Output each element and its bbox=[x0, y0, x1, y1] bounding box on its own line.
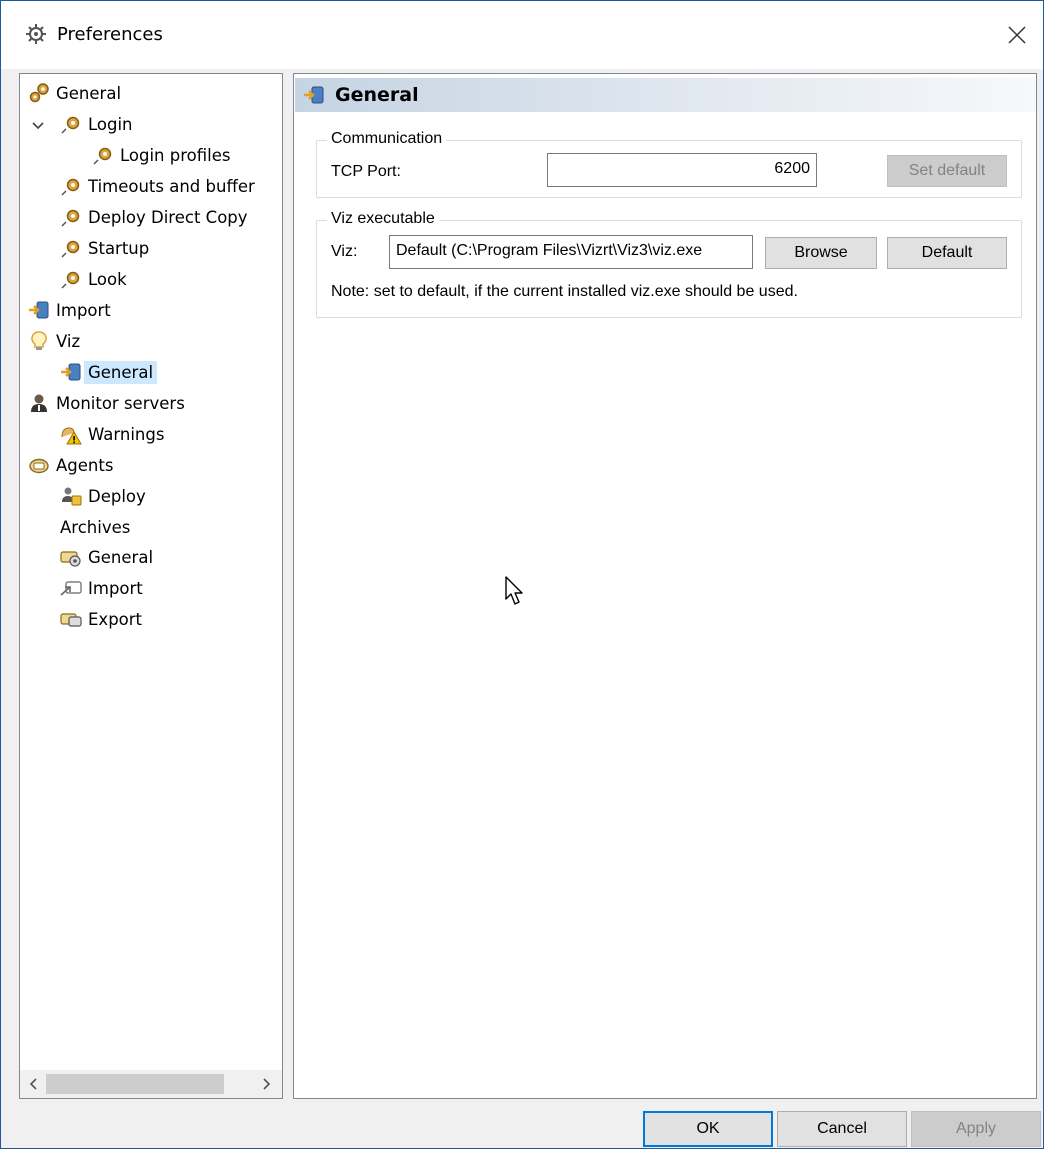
archive-settings-icon bbox=[60, 551, 81, 567]
tree-item-deploy[interactable]: Deploy bbox=[60, 482, 146, 510]
tree-item-archives-export[interactable]: Export bbox=[60, 605, 142, 633]
tree-item-timeouts[interactable]: Timeouts and buffer bbox=[60, 172, 255, 200]
person-icon bbox=[31, 394, 47, 412]
import-icon bbox=[61, 363, 81, 381]
viz-path-label: Viz: bbox=[331, 243, 358, 260]
tree-item-warnings[interactable]: Warnings bbox=[60, 420, 164, 448]
archive-export-icon bbox=[60, 613, 82, 627]
communication-group: Communication TCP Port: 6200 Set default bbox=[316, 130, 1022, 198]
content-title: General bbox=[335, 84, 419, 106]
title-bar: Preferences bbox=[1, 1, 1043, 69]
gear-icon bbox=[26, 24, 46, 44]
tree-item-general[interactable]: General bbox=[28, 79, 121, 107]
gear-icon bbox=[61, 240, 80, 258]
tree-item-label: Import bbox=[56, 300, 111, 320]
tree-item-label: Monitor servers bbox=[56, 393, 185, 413]
tree-item-monitor-servers[interactable]: Monitor servers bbox=[28, 389, 185, 417]
apply-button[interactable]: Apply bbox=[911, 1111, 1041, 1147]
tree-item-label: Deploy Direct Copy bbox=[88, 207, 248, 227]
archive-import-icon bbox=[60, 581, 82, 596]
agent-icon bbox=[29, 458, 49, 474]
gear-icon bbox=[61, 116, 80, 134]
chevron-down-icon[interactable] bbox=[30, 118, 46, 134]
import-icon bbox=[304, 86, 324, 104]
tcp-port-input[interactable]: 6200 bbox=[547, 153, 817, 187]
window-title: Preferences bbox=[57, 24, 163, 45]
tree-item-login-profiles[interactable]: Login profiles bbox=[92, 141, 230, 169]
tree-item-archives-import[interactable]: Import bbox=[60, 574, 143, 602]
tree-item-label: Agents bbox=[56, 455, 114, 475]
tree-item-label: Look bbox=[88, 269, 127, 289]
tree-item-label: Archives bbox=[60, 517, 131, 537]
tree-item-agents[interactable]: Agents bbox=[28, 451, 113, 479]
lightbulb-icon bbox=[31, 331, 47, 350]
mouse-cursor-icon bbox=[505, 576, 523, 605]
viz-note: Note: set to default, if the current ins… bbox=[331, 283, 798, 300]
group-legend: Viz executable bbox=[327, 210, 439, 228]
tree-item-startup[interactable]: Startup bbox=[60, 234, 149, 262]
tree-item-label: Login profiles bbox=[120, 145, 231, 165]
scrollbar-thumb[interactable] bbox=[46, 1074, 224, 1094]
tree-item-import[interactable]: Import bbox=[28, 296, 111, 324]
tree-item-label: Import bbox=[88, 578, 143, 598]
gear-icon bbox=[93, 147, 112, 165]
tree-item-label: Viz bbox=[56, 331, 81, 351]
tree-item-login[interactable]: Login bbox=[60, 110, 133, 138]
chevron-left-icon[interactable] bbox=[26, 1076, 40, 1092]
set-default-button[interactable]: Set default bbox=[887, 155, 1007, 187]
ok-button[interactable]: OK bbox=[643, 1111, 773, 1147]
gear-icon bbox=[61, 209, 80, 227]
chevron-right-icon[interactable] bbox=[260, 1076, 274, 1092]
warning-icon bbox=[61, 427, 82, 445]
tree-horizontal-scrollbar[interactable] bbox=[20, 1070, 282, 1098]
tree-item-archives[interactable]: Archives bbox=[60, 513, 130, 541]
tree-item-archives-general[interactable]: General bbox=[60, 543, 153, 571]
tree-item-viz[interactable]: Viz bbox=[28, 327, 80, 355]
tree-item-label: Timeouts and buffer bbox=[88, 176, 255, 196]
cancel-button[interactable]: Cancel bbox=[777, 1111, 907, 1147]
tree-item-label: Export bbox=[88, 609, 143, 629]
tree-item-viz-general[interactable]: General bbox=[60, 358, 158, 386]
close-icon[interactable] bbox=[999, 15, 1035, 53]
tree-item-label: Login bbox=[88, 114, 133, 134]
default-button[interactable]: Default bbox=[887, 237, 1007, 269]
content-header: General bbox=[295, 78, 1035, 112]
tree-item-look[interactable]: Look bbox=[60, 265, 127, 293]
settings-content-panel: General Communication TCP Port: 6200 Set… bbox=[293, 73, 1037, 1099]
tree-item-deploy-direct-copy[interactable]: Deploy Direct Copy bbox=[60, 203, 248, 231]
preferences-window: Preferences General Login Login profiles… bbox=[0, 0, 1044, 1149]
group-legend: Communication bbox=[327, 130, 447, 148]
gears-icon bbox=[29, 83, 49, 103]
viz-path-input[interactable]: Default (C:\Program Files\Vizrt\Viz3\viz… bbox=[389, 235, 753, 269]
deploy-icon bbox=[62, 487, 82, 506]
gear-icon bbox=[61, 271, 80, 289]
tcp-port-label: TCP Port: bbox=[331, 163, 401, 180]
browse-button[interactable]: Browse bbox=[765, 237, 877, 269]
tree-item-label: Warnings bbox=[88, 424, 165, 444]
viz-executable-group: Viz executable Viz: Default (C:\Program … bbox=[316, 210, 1022, 318]
tree-item-label: General bbox=[56, 83, 122, 103]
tree-item-label: Deploy bbox=[88, 486, 146, 506]
gear-icon bbox=[61, 178, 80, 196]
tree-item-label: Startup bbox=[88, 238, 150, 258]
import-icon bbox=[29, 301, 49, 319]
tree-item-label: General bbox=[84, 360, 158, 384]
tree-item-label: General bbox=[88, 547, 154, 567]
preferences-tree[interactable]: General Login Login profiles Timeouts an… bbox=[19, 73, 283, 1099]
